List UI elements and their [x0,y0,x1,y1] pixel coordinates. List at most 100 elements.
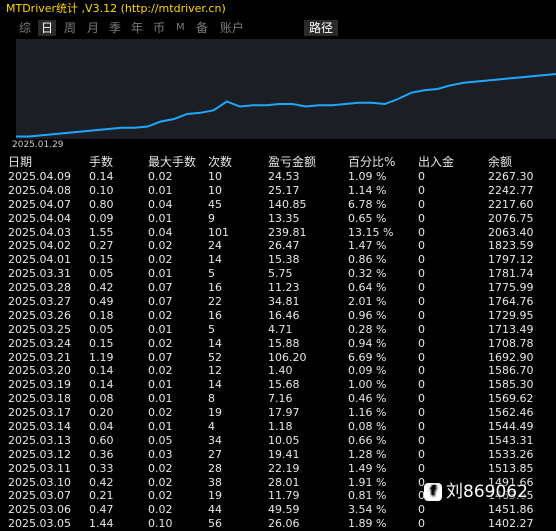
table-cell: 0 [418,517,425,531]
table-cell: 0.32 % [348,267,387,281]
tab-daily[interactable]: 日 [38,20,57,36]
table-cell: 0 [418,183,425,197]
table-cell: 0.02 [148,503,173,517]
table-row[interactable]: 2025.03.31 0.05 0.01 5 5.75 0.32 % 0 1781.74 [0,267,556,281]
table-cell: 1.14 % [348,183,387,197]
tab-route[interactable]: 路径 [304,20,339,36]
table-cell: 1.00 % [348,378,387,392]
header-count[interactable]: 次数 [208,154,232,170]
equity-line [16,73,556,138]
header-date[interactable]: 日期 [8,154,32,170]
table-cell: 2025.03.07 [8,489,71,503]
table-cell: 4 [208,420,215,434]
header-profit[interactable]: 盈亏金额 [268,154,316,170]
table-cell: 0.02 [148,406,173,420]
table-row[interactable]: 2025.03.12 0.36 0.03 27 19.41 1.28 % 0 1533.26 [0,448,556,462]
table-cell: 0 [418,197,425,211]
table-cell: 0.20 [89,406,114,420]
tab-currency[interactable]: 币 [150,20,168,36]
table-cell: 2025.04.07 [8,197,71,211]
table-cell: 52 [208,350,222,364]
tab-notes[interactable]: 备 [193,20,211,36]
table-cell: 0.09 % [348,364,387,378]
table-cell: 1823.59 [488,239,534,253]
table-row[interactable]: 2025.03.06 0.47 0.02 44 49.59 3.54 % 0 1451.86 [0,503,556,517]
table-cell: 1708.78 [488,336,534,350]
tab-monthly[interactable]: 月 [84,20,102,36]
table-row[interactable]: 2025.03.25 0.05 0.01 5 4.71 0.28 % 0 1713.49 [0,323,556,337]
table-cell: 10 [208,170,222,183]
table-row[interactable]: 2025.04.03 1.55 0.04 101 239.81 13.15 % 0 2063.… [0,226,556,240]
table-cell: 0.04 [148,197,173,211]
table-row[interactable]: 2025.04.09 0.14 0.02 10 24.53 1.09 % 0 2267.30 [0,170,556,184]
table-cell: 2242.77 [488,183,534,197]
table-cell: 0.42 [89,475,114,489]
table-row[interactable]: 2025.03.20 0.14 0.02 12 1.40 0.09 % 0 1586.70 [0,364,556,378]
watermark: f 刘869062 [424,480,528,504]
table-cell: 8 [208,392,215,406]
table-cell: 0 [418,211,425,225]
table-row[interactable]: 2025.03.11 0.33 0.02 28 22.19 1.49 % 0 1513.85 [0,462,556,476]
table-row[interactable]: 2025.04.07 0.80 0.04 45 140.85 6.78 % 0 2217.60 [0,198,556,212]
table-cell: 2217.60 [488,197,534,211]
table-cell: 0 [418,267,425,281]
table-row[interactable]: 2025.03.13 0.60 0.05 34 10.05 0.66 % 0 1543.31 [0,434,556,448]
table-cell: 0 [418,336,425,350]
table-cell: 2025.03.27 [8,295,71,309]
table-cell: 16 [208,308,222,322]
table-cell: 1775.99 [488,281,534,295]
table-cell: 9 [208,211,215,225]
table-cell: 2025.03.11 [8,461,71,475]
table-row[interactable]: 2025.03.14 0.04 0.01 4 1.18 0.08 % 0 1544.49 [0,420,556,434]
table-cell: 0.01 [148,211,173,225]
table-cell: 0.66 % [348,433,387,447]
table-row[interactable]: 2025.03.18 0.08 0.01 8 7.16 0.46 % 0 1569.62 [0,392,556,406]
table-cell: 5 [208,322,215,336]
table-row[interactable]: 2025.04.02 0.27 0.02 24 26.47 1.47 % 0 1823.59 [0,239,556,253]
tab-overview[interactable]: 综 [16,20,34,36]
table-row[interactable]: 2025.04.01 0.15 0.02 14 15.38 0.86 % 0 1797.12 [0,253,556,267]
table-cell: 0 [418,295,425,309]
tab-weekly[interactable]: 周 [61,20,79,36]
table-cell: 38 [208,475,222,489]
tab-quarterly[interactable]: 季 [106,20,124,36]
table-row[interactable]: 2025.03.21 1.19 0.07 52 106.20 6.69 % 0 1692.90 [0,351,556,365]
table-cell: 0.01 [148,392,173,406]
tab-bar: 综 日 周 月 季 年 币 M 备 账户 路径 [0,17,556,39]
table-cell: 0.64 % [348,281,387,295]
table-row[interactable]: 2025.03.05 1.44 0.10 56 26.06 1.89 % 0 1402.27 [0,517,556,531]
table-row[interactable]: 2025.03.27 0.49 0.07 22 34.81 2.01 % 0 1764.76 [0,295,556,309]
header-max-lots[interactable]: 最大手数 [148,154,196,170]
header-percent[interactable]: 百分比% [348,154,395,170]
window-title: MTDriver统计 ,V3.12 (http://mtdriver.cn) [0,0,556,17]
table-cell: 26.06 [268,517,300,531]
tab-yearly[interactable]: 年 [128,20,146,36]
header-lots[interactable]: 手数 [89,154,113,170]
table-cell: 2025.03.17 [8,406,71,420]
table-cell: 0.46 % [348,392,387,406]
table-cell: 0.02 [148,364,173,378]
table-cell: 16 [208,281,222,295]
table-row[interactable]: 2025.03.28 0.42 0.07 16 11.23 0.64 % 0 1775.99 [0,281,556,295]
table-cell: 1.49 % [348,461,387,475]
table-cell: 19 [208,406,222,420]
table-row[interactable]: 2025.03.19 0.14 0.01 14 15.68 1.00 % 0 1585.30 [0,378,556,392]
table-cell: 0.01 [148,322,173,336]
table-row[interactable]: 2025.03.26 0.18 0.02 16 16.46 0.96 % 0 1729.95 [0,309,556,323]
table-cell: 3.54 % [348,503,387,517]
table-cell: 0.01 [148,267,173,281]
tab-account[interactable]: 账户 [217,20,247,36]
table-row[interactable]: 2025.04.04 0.09 0.01 9 13.35 0.65 % 0 2076.75 [0,212,556,226]
table-row[interactable]: 2025.03.24 0.15 0.02 14 15.88 0.94 % 0 1708.78 [0,337,556,351]
table-cell: 1.91 % [348,475,387,489]
table-cell: 19 [208,489,222,503]
table-cell: 1513.85 [488,461,534,475]
table-cell: 2025.03.28 [8,281,71,295]
header-balance[interactable]: 余额 [488,154,512,170]
table-row[interactable]: 2025.04.08 0.10 0.01 10 25.17 1.14 % 0 2242.77 [0,184,556,198]
table-cell: 0 [418,170,425,183]
tab-m[interactable]: M [173,20,188,36]
header-deposit[interactable]: 出入金 [418,154,454,170]
table-row[interactable]: 2025.03.17 0.20 0.02 19 17.97 1.16 % 0 1562.46 [0,406,556,420]
table-cell: 2025.03.13 [8,433,71,447]
